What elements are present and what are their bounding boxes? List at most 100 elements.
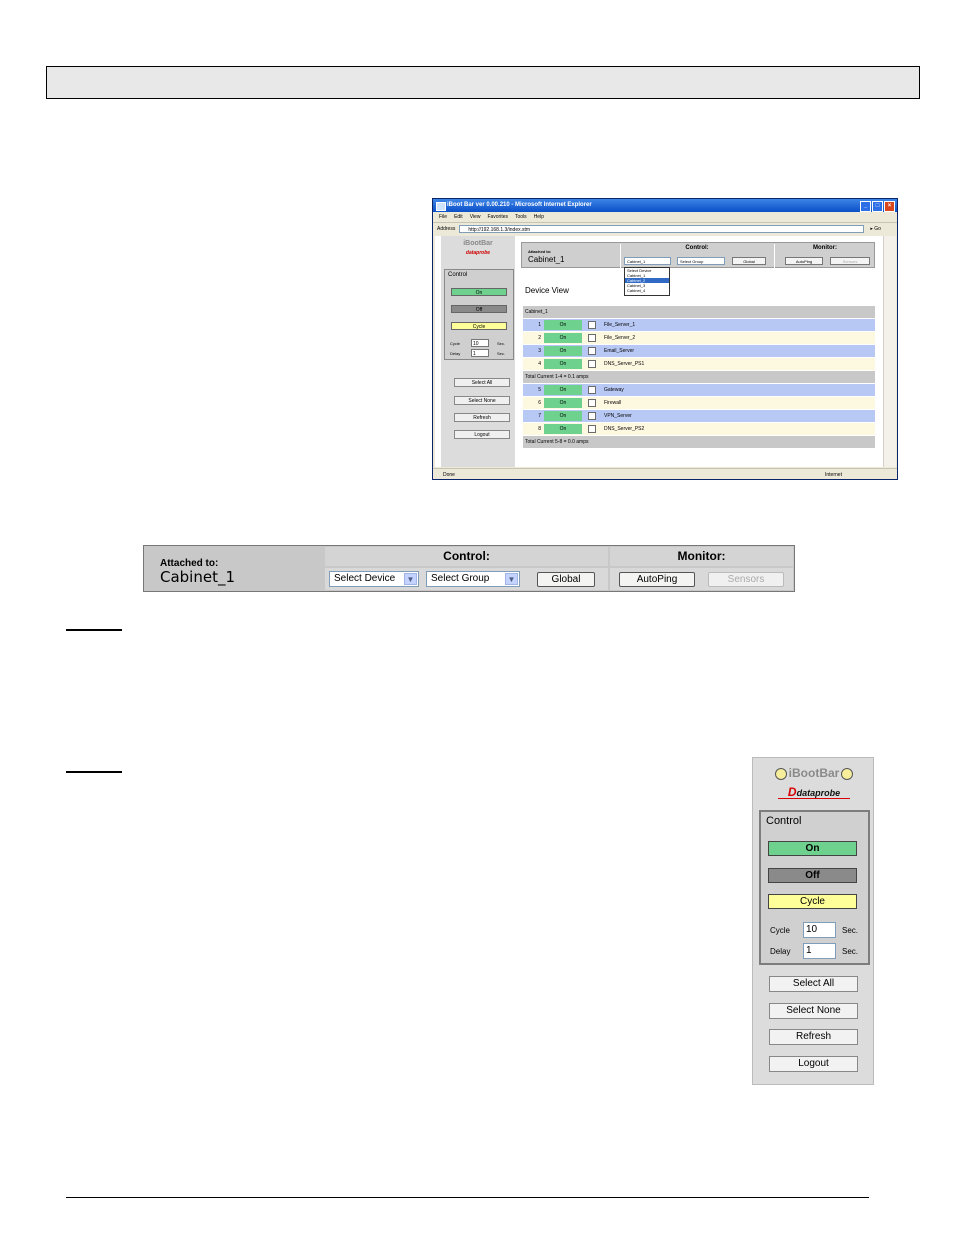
mini-control-box: Control On Off Cycle Cycle 10 Sec. Delay… [444, 269, 514, 360]
table-row: 2 On File_Server_2 [523, 332, 875, 345]
monitor-body: AutoPing Sensors [610, 568, 793, 590]
browser-window-screenshot: iBoot Bar ver 0.00.210 - Microsoft Inter… [432, 198, 898, 480]
address-label: Address [437, 226, 456, 232]
outlet-checkbox[interactable] [588, 399, 596, 407]
refresh-button[interactable]: Refresh [769, 1029, 858, 1045]
mini-nav-panel: iBootBar dataprobe Control On Off Cycle … [441, 236, 515, 467]
cycle-seconds-input[interactable]: 10 [803, 922, 836, 938]
outlet-checkbox[interactable] [588, 425, 596, 433]
outlet-checkbox[interactable] [588, 347, 596, 355]
mini-control-title: Control [448, 272, 468, 278]
outlet-number: 5 [538, 387, 541, 393]
outlet-number: 8 [538, 426, 541, 432]
header-panel-enlarged: Attached to: Cabinet_1 Control: Select D… [143, 545, 795, 592]
mini-control-section: Control: Cabinet_1 Select Group Global [620, 244, 773, 268]
table-row: 8 On DNS_Server_PS2 [523, 423, 875, 436]
outlet-name: File_Server_2 [604, 335, 636, 341]
outlet-checkbox[interactable] [588, 321, 596, 329]
maximize-icon[interactable]: □ [872, 201, 883, 212]
outlet-checkbox[interactable] [588, 334, 596, 342]
menu-file[interactable]: File [439, 212, 447, 222]
mini-global-button[interactable]: Global [732, 257, 766, 265]
chevron-down-icon[interactable]: ▼ [505, 573, 518, 585]
vertical-scrollbar[interactable] [883, 236, 896, 467]
total-current-row: Total Current 1-4 = 0.1 amps [523, 371, 875, 384]
mini-attached-label: Attached to: [528, 249, 552, 254]
select-group-dropdown[interactable]: Select Group ▼ [426, 571, 520, 587]
attached-value: Cabinet_1 [160, 568, 236, 586]
select-all-button[interactable]: Select All [769, 976, 858, 992]
mini-select-device[interactable]: Cabinet_1 [624, 257, 671, 265]
control-box: Control On Off Cycle Cycle 10 Sec. Delay… [759, 810, 870, 965]
outlet-checkbox[interactable] [588, 386, 596, 394]
mini-select-all-button[interactable]: Select All [454, 378, 510, 387]
outlet-state: On [544, 398, 582, 408]
menu-view[interactable]: View [470, 212, 481, 222]
select-none-button[interactable]: Select None [769, 1003, 858, 1019]
delay-label: Delay [770, 947, 791, 956]
browser-title: iBoot Bar ver 0.00.210 - Microsoft Inter… [447, 202, 592, 208]
mini-autoping-button[interactable]: AutoPing [785, 257, 823, 265]
table-row: 4 On DNS_Server_PS1 [523, 358, 875, 371]
section-header-box [46, 66, 920, 99]
outlet-state: On [544, 424, 582, 434]
table-row: 6 On Firewall [523, 397, 875, 410]
outlet-name: Email_Server [604, 348, 635, 354]
group-row: Cabinet_1 [523, 306, 875, 319]
outlet-name: DNS_Server_PS2 [604, 426, 645, 432]
outlet-state: On [544, 411, 582, 421]
mini-delay-label: Delay [450, 351, 461, 356]
outlet-state: On [544, 346, 582, 356]
control-section: Control: Select Device ▼ Select Group ▼ … [325, 547, 608, 590]
menu-help[interactable]: Help [534, 212, 544, 222]
mini-select-none-button[interactable]: Select None [454, 396, 510, 405]
mini-cycle-input[interactable]: 10 [471, 339, 489, 347]
mini-select-group[interactable]: Select Group [677, 257, 725, 265]
outlet-name: File_Server_1 [604, 322, 636, 328]
close-icon[interactable]: × [884, 201, 895, 212]
address-input[interactable]: http://192.168.1.3/index.stm [459, 225, 865, 233]
nav-panel-enlarged: iBootBar Ddataprobe Control On Off Cycle… [752, 757, 874, 1085]
mini-logout-button[interactable]: Logout [454, 430, 510, 439]
outlet-number: 7 [538, 413, 541, 419]
chevron-down-icon[interactable]: ▼ [404, 573, 417, 585]
dropdown-option[interactable]: Cabinet_4 [627, 288, 669, 293]
go-button[interactable]: ▸ Go [870, 223, 881, 235]
outlet-state: On [544, 359, 582, 369]
mini-control-header: Control: [685, 245, 709, 251]
mini-on-button[interactable]: On [451, 288, 507, 296]
global-button[interactable]: Global [537, 572, 595, 587]
menu-edit[interactable]: Edit [454, 212, 463, 222]
control-body: Select Device ▼ Select Group ▼ Global [325, 568, 608, 590]
menu-tools[interactable]: Tools [515, 212, 527, 222]
outlet-checkbox[interactable] [588, 412, 596, 420]
note-underline-mark [66, 629, 122, 631]
monitor-section: Monitor: AutoPing Sensors [610, 547, 793, 590]
mini-attached-value: Cabinet_1 [528, 255, 565, 264]
mini-delay-input[interactable]: 1 [471, 349, 489, 357]
off-button[interactable]: Off [768, 868, 857, 883]
minimize-icon[interactable]: _ [860, 201, 871, 212]
mini-sec-unit: Sec. [497, 351, 506, 356]
autoping-button[interactable]: AutoPing [619, 572, 695, 587]
logout-button[interactable]: Logout [769, 1056, 858, 1072]
outlet-number: 3 [538, 348, 541, 354]
outlet-name: Firewall [604, 400, 622, 406]
device-dropdown-list[interactable]: Select Device Cabinet_1 Cabinet_2 Cabine… [624, 267, 670, 296]
outlet-checkbox[interactable] [588, 360, 596, 368]
table-row: 3 On Email_Server [523, 345, 875, 358]
zone-text: Internet [825, 472, 842, 478]
mini-off-button[interactable]: Off [451, 305, 507, 313]
menu-favorites[interactable]: Favorites [487, 212, 508, 222]
on-button[interactable]: On [768, 841, 857, 856]
outlet-number: 2 [538, 335, 541, 341]
brand-name: iBootBar [788, 766, 840, 780]
mini-refresh-button[interactable]: Refresh [454, 413, 510, 422]
sec-unit: Sec. [842, 926, 859, 935]
select-device-dropdown[interactable]: Select Device ▼ [329, 571, 419, 587]
mini-cycle-button[interactable]: Cycle [451, 322, 507, 330]
cycle-label: Cycle [770, 926, 791, 935]
cycle-button[interactable]: Cycle [768, 894, 857, 909]
delay-seconds-input[interactable]: 1 [803, 943, 836, 959]
device-table: Cabinet_1 1 On File_Server_1 2 On File_S… [523, 306, 875, 449]
